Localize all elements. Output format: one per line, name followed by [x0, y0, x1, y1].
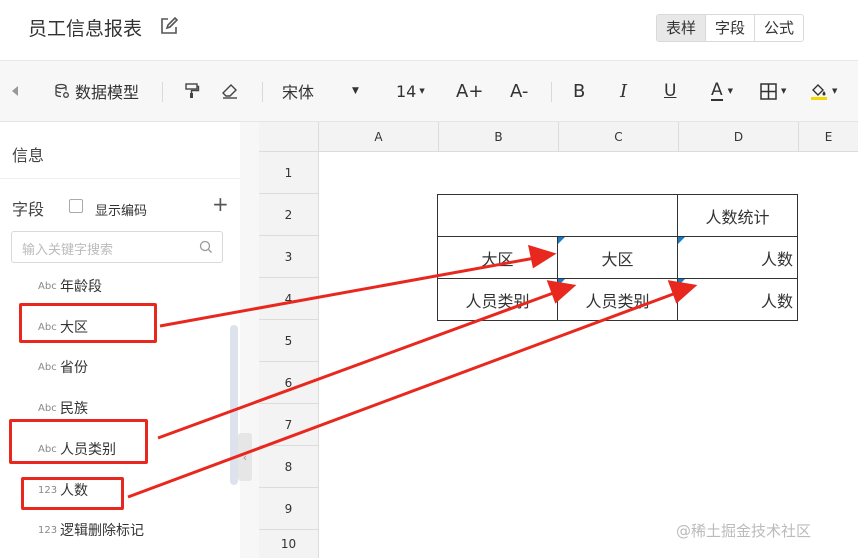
collapse-left-icon[interactable] [10, 61, 20, 121]
cell-d4-text: 人数 [760, 291, 793, 311]
highlight-box [19, 303, 157, 343]
panel-title: 信息 [12, 146, 45, 165]
cell-c3[interactable]: 大区 [557, 236, 678, 279]
col-header-b[interactable]: B [439, 122, 559, 152]
font-increase-button[interactable]: A+ [456, 61, 483, 121]
cell-c3-text: 大区 [601, 249, 634, 269]
cell-marker [558, 237, 565, 244]
chevron-down-icon: ▼ [352, 86, 359, 96]
report-title: 员工信息报表 [28, 18, 143, 40]
add-field-icon[interactable]: + [212, 192, 229, 216]
view-tabs: 表样 字段 公式 [656, 14, 805, 42]
field-type-text-icon: Abc [38, 402, 57, 414]
database-icon [55, 83, 69, 98]
cell-marker [558, 279, 565, 286]
font-color-button[interactable]: A ▼ [711, 61, 733, 121]
tab-formula[interactable]: 公式 [755, 15, 803, 41]
field-item-delete-flag[interactable]: 123 逻辑删除标记 [38, 520, 144, 540]
eraser-icon[interactable] [221, 61, 239, 121]
chevron-down-icon: ▼ [781, 87, 787, 95]
chevron-down-icon: ▼ [832, 87, 838, 95]
row-header[interactable]: 5 [259, 320, 319, 362]
col-header-c[interactable]: C [559, 122, 679, 152]
col-header-d[interactable]: D [679, 122, 799, 152]
tab-fields[interactable]: 字段 [706, 15, 756, 41]
field-item-age-group[interactable]: Abc 年龄段 [38, 276, 102, 296]
tab-design[interactable]: 表样 [657, 15, 707, 41]
field-name: 民族 [60, 401, 88, 417]
chevron-down-icon: ▼ [727, 87, 734, 95]
watermark-text: @稀土掘金技术社区 [676, 522, 812, 540]
field-item-province[interactable]: Abc 省份 [38, 357, 88, 377]
row-header[interactable]: 3 [259, 236, 319, 278]
underline-button[interactable]: U [664, 61, 676, 121]
field-item-ethnicity[interactable]: Abc 民族 [38, 398, 88, 418]
corner-cell[interactable] [259, 122, 319, 152]
format-painter-icon[interactable] [184, 61, 200, 121]
cell-b4[interactable]: 人员类别 [437, 278, 558, 321]
field-type-text-icon: Abc [38, 280, 57, 292]
highlight-box [9, 419, 148, 464]
cell-b3[interactable]: 大区 [437, 236, 558, 279]
cell-d3[interactable]: 人数 [677, 236, 798, 279]
toolbar: 数据模型 宋体 ▼ 14 ▼ A+ A- B I U A ▼ ▼ ▼ [0, 61, 858, 122]
cell-marker [678, 237, 685, 244]
field-name: 年龄段 [60, 279, 102, 295]
cell-c4[interactable]: 人员类别 [557, 278, 678, 321]
cell-c4-text: 人员类别 [585, 291, 650, 311]
cell-d4[interactable]: 人数 [677, 278, 798, 321]
field-type-number-icon: 123 [38, 524, 58, 536]
col-header-a[interactable]: A [319, 122, 439, 152]
font-decrease-button[interactable]: A- [510, 61, 528, 121]
row-header[interactable]: 4 [259, 278, 319, 320]
row-header[interactable]: 6 [259, 362, 319, 404]
field-type-text-icon: Abc [38, 361, 57, 373]
font-size-value: 14 [396, 81, 417, 101]
font-family-value: 宋体 [282, 83, 315, 102]
sidebar-scrollbar[interactable] [230, 325, 238, 485]
border-icon [760, 82, 777, 100]
data-model-label: 数据模型 [75, 83, 140, 102]
cell-marker [678, 279, 685, 286]
collapse-panel-icon[interactable]: ‹ [238, 433, 252, 481]
border-button[interactable]: ▼ [760, 61, 786, 121]
search-placeholder: 输入关键字搜索 [22, 243, 114, 258]
panel-splitter [240, 122, 259, 558]
row-header[interactable]: 7 [259, 404, 319, 446]
font-size-select[interactable]: 14 ▼ [396, 61, 425, 121]
row-header[interactable]: 2 [259, 194, 319, 236]
chevron-down-icon: ▼ [419, 87, 425, 95]
font-family-select[interactable]: 宋体 ▼ [282, 61, 359, 121]
data-model-button[interactable]: 数据模型 [54, 61, 139, 121]
app-header: 员工信息报表 表样 字段 公式 [0, 0, 858, 61]
field-name: 省份 [60, 360, 88, 376]
show-code-label: 显示编码 [95, 204, 148, 219]
cell-d3-text: 人数 [760, 249, 793, 269]
show-code-checkbox[interactable] [69, 199, 83, 213]
row-header[interactable]: 10 [259, 530, 319, 558]
row-header[interactable]: 8 [259, 446, 319, 488]
italic-button[interactable]: I [620, 61, 627, 121]
merged-cell-b2-c2[interactable] [437, 194, 678, 237]
spreadsheet: A B C D E 1 2 3 4 5 6 7 8 9 10 人数统计 大区 大… [259, 122, 858, 558]
bold-button[interactable]: B [573, 61, 585, 121]
search-input[interactable]: 输入关键字搜索 [11, 231, 223, 263]
field-panel: 信息 字段 显示编码 + 输入关键字搜索 Abc 年龄段 Abc 大区 Abc … [0, 122, 241, 558]
cell-d2[interactable]: 人数统计 [677, 194, 798, 237]
row-header[interactable]: 9 [259, 488, 319, 530]
highlight-box [21, 477, 124, 510]
fill-color-button[interactable]: ▼ [810, 61, 837, 121]
fields-label: 字段 [12, 200, 45, 219]
search-icon [199, 240, 212, 253]
col-header-e[interactable]: E [799, 122, 858, 152]
field-name: 逻辑删除标记 [60, 523, 144, 539]
row-header[interactable]: 1 [259, 152, 319, 194]
edit-title-icon[interactable] [160, 17, 178, 35]
fill-bucket-icon [811, 83, 827, 100]
font-color-icon: A [711, 80, 723, 101]
